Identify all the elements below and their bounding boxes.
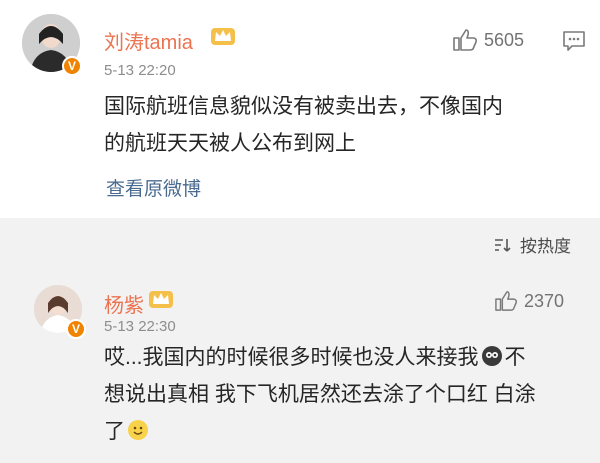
post-text: 国际航班信息貌似没有被卖出去，不像国内 的航班天天被人公布到网上	[104, 88, 503, 162]
view-original-link[interactable]: 查看原微博	[106, 174, 201, 201]
crown-icon	[211, 28, 235, 45]
comment-item: V 杨紫 5-13 22:30 2370 哎...我国内的时候很多时候也没人来接…	[0, 263, 600, 463]
sort-icon	[495, 238, 511, 252]
sort-label: 按热度	[520, 237, 571, 256]
dizzy-face-emoji-icon	[481, 346, 502, 366]
username[interactable]: 杨紫	[104, 289, 144, 318]
like-button[interactable]: 5605	[452, 28, 524, 52]
thumbs-up-icon	[495, 291, 518, 311]
comment-time: 5-13 22:30	[104, 318, 176, 335]
post-text-line: 国际航班信息貌似没有被卖出去，不像国内	[104, 95, 503, 118]
comment-text-line: 哎...我国内的时候很多时候也没人来接我 不	[104, 339, 536, 376]
verified-badge: V	[62, 56, 82, 76]
comment-text-line: 想说出真相 我下飞机居然还去涂了个口红 白涂	[104, 383, 536, 406]
post-text-line: 的航班天天被人公布到网上	[104, 132, 356, 155]
comment-text-segment: 不	[504, 346, 526, 369]
username[interactable]: 刘涛tamia	[104, 26, 193, 55]
comment-icon[interactable]	[562, 30, 586, 52]
like-count: 5605	[484, 29, 525, 50]
crown-icon	[149, 291, 173, 308]
post-time: 5-13 22:20	[104, 62, 176, 79]
comment-text: 哎...我国内的时候很多时候也没人来接我 不 想说出真相 我下飞机居然还去涂了个…	[104, 339, 536, 450]
like-count: 2370	[524, 290, 565, 311]
weibo-post: V 刘涛tamia 5-13 22:20 5605 国际航班信息貌似没有被卖出去…	[0, 0, 600, 218]
comment-text-segment: 哎...我国内的时候很多时候也没人来接我	[104, 346, 479, 369]
comment-text-segment: 了	[104, 420, 125, 443]
sort-bar: 按热度	[0, 218, 600, 263]
comment-text-line: 了	[104, 413, 536, 450]
sort-by-hot-button[interactable]: 按热度	[494, 232, 571, 257]
verified-badge: V	[66, 319, 86, 339]
like-button[interactable]: 2370	[494, 290, 564, 312]
smile-emoji-icon	[128, 420, 148, 440]
thumbs-up-icon	[453, 29, 478, 51]
